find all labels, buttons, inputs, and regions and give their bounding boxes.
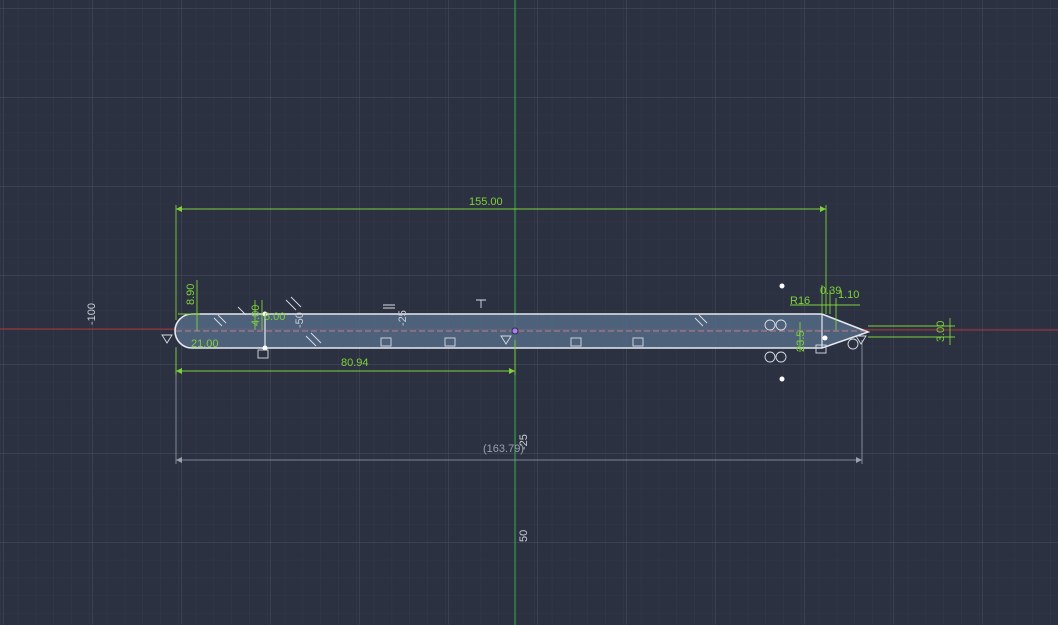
dimension-left-small2-label[interactable]: 6.00 xyxy=(264,311,285,323)
origin-point[interactable] xyxy=(511,327,519,335)
dimension-right-vertical-label[interactable]: 23.5 xyxy=(795,331,807,352)
reference-length-label[interactable]: (163.79) xyxy=(483,443,524,455)
axis-label-bottom: 50 xyxy=(518,530,530,542)
sketch-point[interactable] xyxy=(779,376,785,382)
dimension-left-offset-label[interactable]: 21.00 xyxy=(191,338,219,350)
dimension-radius-label[interactable]: R16 xyxy=(790,295,810,307)
dimension-partial-length-label[interactable]: 80.94 xyxy=(341,357,369,369)
dimension-left-height-label[interactable]: 8.90 xyxy=(185,284,197,305)
axis-label-center: -25 xyxy=(397,310,409,326)
dimension-right-small2-label[interactable]: 1.10 xyxy=(838,289,859,301)
sketch-canvas[interactable]: -100 50 -25 (163.79) 155.00 80.94 8.90 2… xyxy=(0,0,1058,625)
axis-label-left: -100 xyxy=(86,303,98,325)
dimension-overall-length-label[interactable]: 155.00 xyxy=(469,196,503,208)
dimension-right-height-label[interactable]: 3.00 xyxy=(935,321,947,342)
sketch-point[interactable] xyxy=(779,283,785,289)
dimension-left-small-label[interactable]: 4.00 xyxy=(250,305,262,326)
sketch-point[interactable] xyxy=(822,335,828,341)
axis-label-mid-left: -50 xyxy=(294,312,306,328)
